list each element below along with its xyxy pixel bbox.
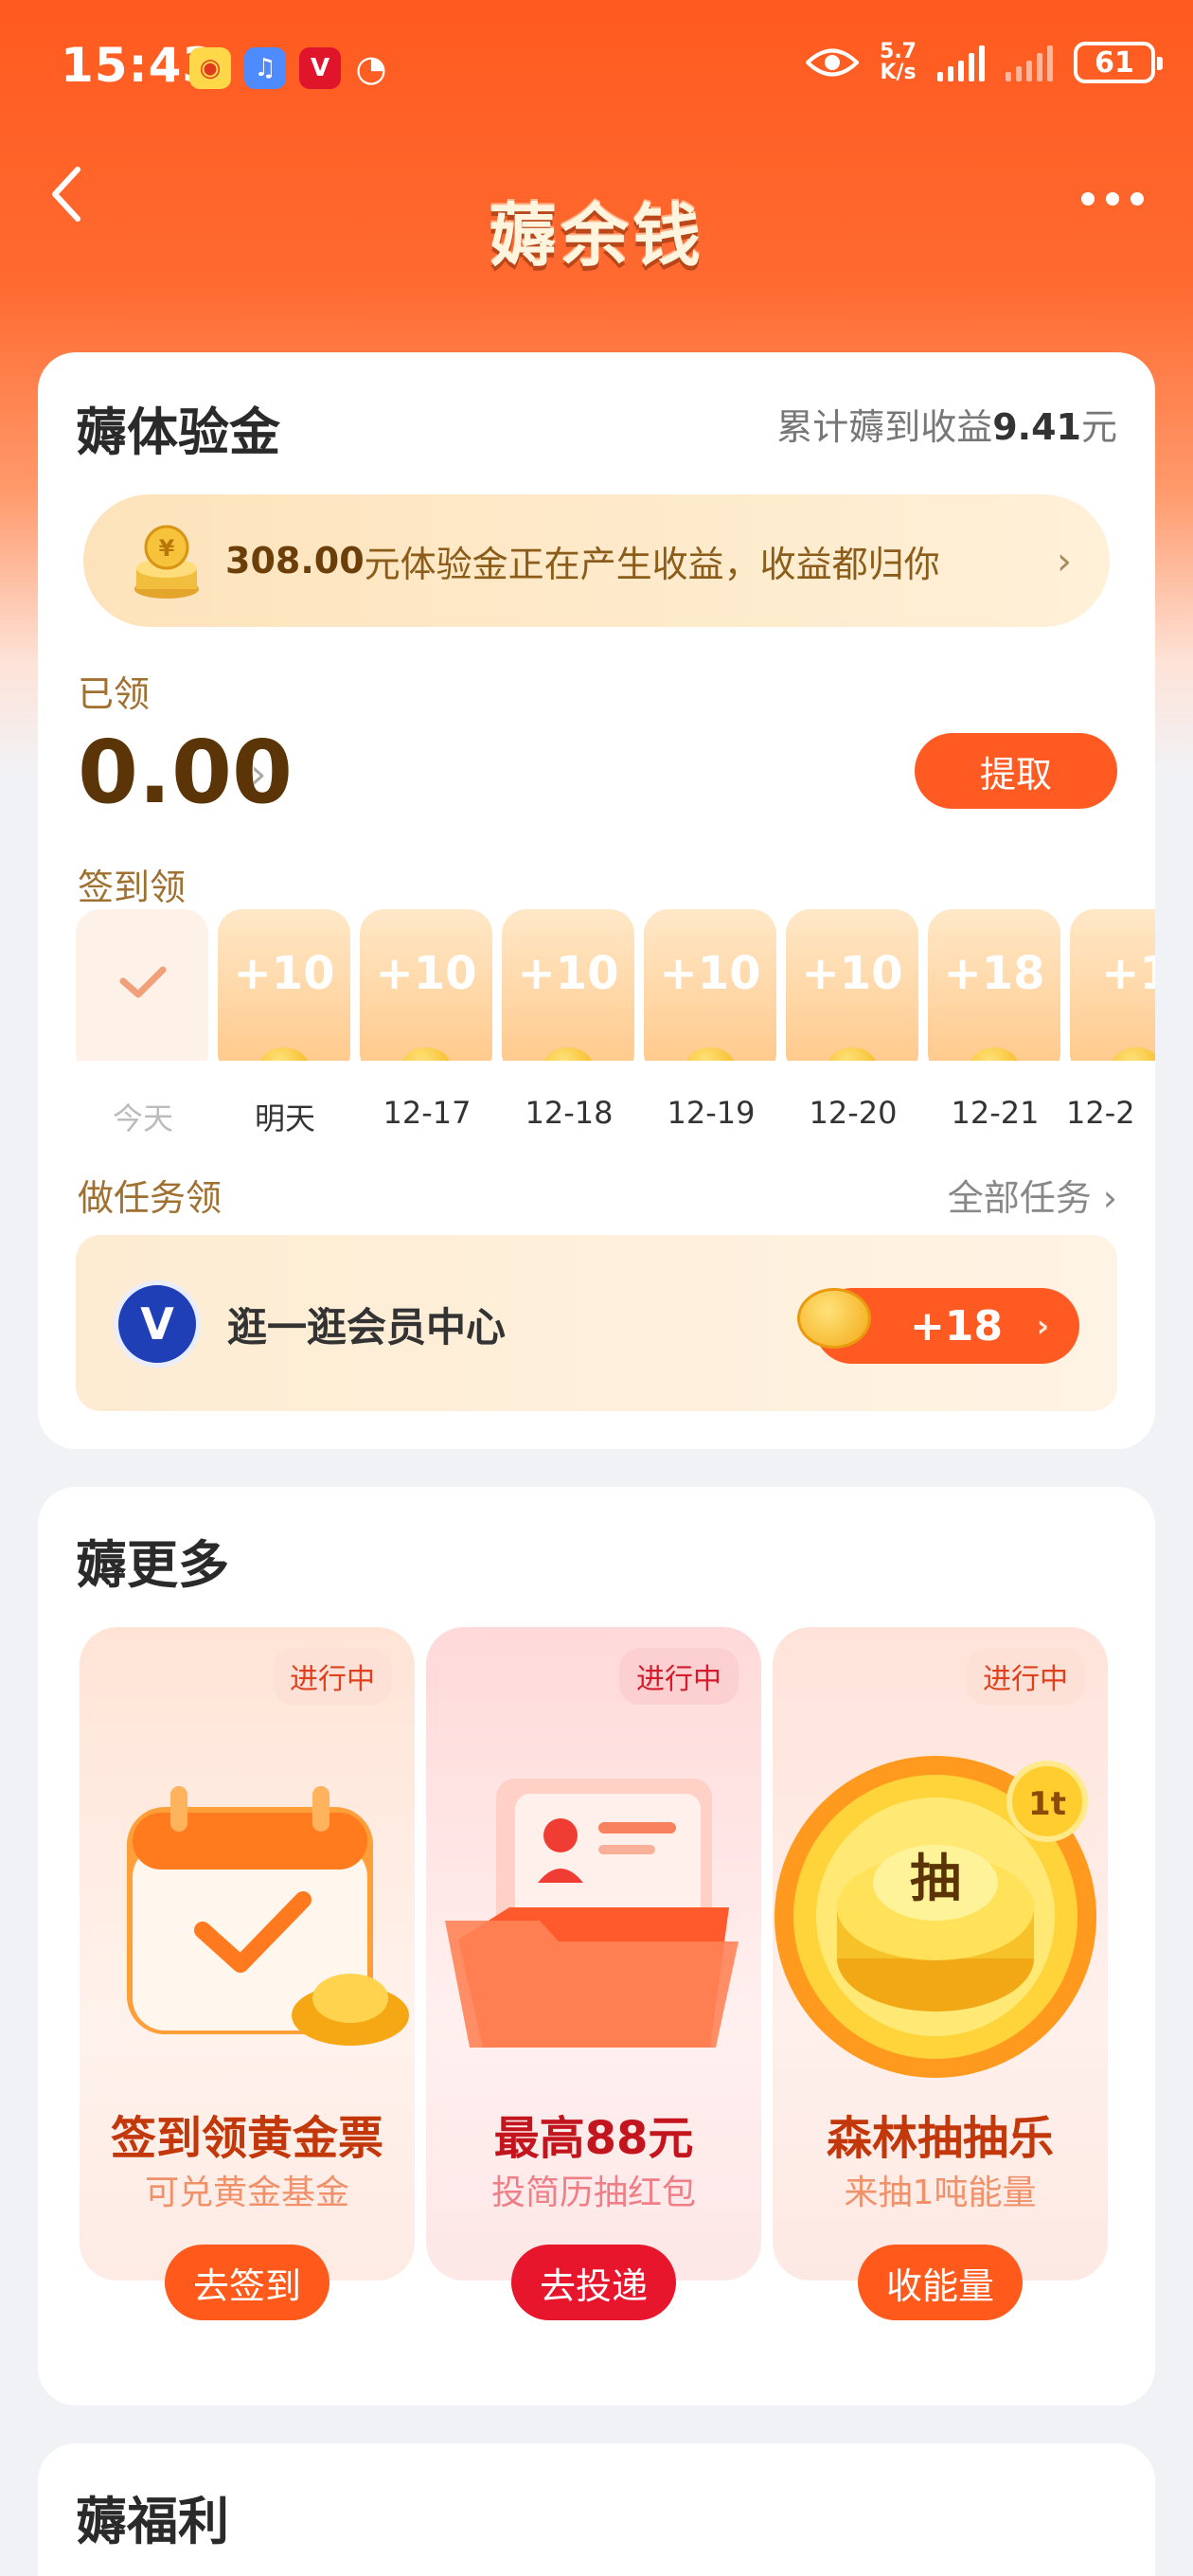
chevron-right-icon[interactable]: › xyxy=(250,750,267,798)
eye-icon xyxy=(806,48,860,77)
promo-gold-ticket[interactable]: 进行中 签到领黄金票 可兑黄金基金 xyxy=(80,1627,415,2281)
cumulative-earnings: 累计薅到收益9.41元 xyxy=(776,406,1117,448)
status-badge: 进行中 xyxy=(619,1648,739,1705)
coin-icon xyxy=(828,1047,877,1061)
welfare-card: 薅福利 xyxy=(38,2443,1155,2576)
video-app-icon: V xyxy=(299,47,341,89)
day-label: 12-2 xyxy=(1066,1095,1135,1131)
resume-folder-icon xyxy=(445,1779,739,2048)
day-label: 12-20 xyxy=(809,1095,898,1131)
go-checkin-button[interactable]: 去签到 xyxy=(165,2245,329,2320)
lottery-char: 抽 xyxy=(910,1849,961,1908)
section-title-experience: 薅体验金 xyxy=(76,402,280,463)
signal-2-icon xyxy=(1006,44,1053,81)
task-name: 逛一逛会员中心 xyxy=(227,1304,507,1351)
promo-subtitle: 来抽1吨能量 xyxy=(844,2174,1037,2212)
promo-title: 森林抽抽乐 xyxy=(826,2112,1054,2165)
experience-notice-banner[interactable]: ¥ 308.00 元体验金正在产生收益，收益都归你 › xyxy=(83,494,1110,627)
page-title: 薅余钱 xyxy=(488,196,704,276)
coin-icon xyxy=(797,1288,871,1349)
collect-energy-button[interactable]: 收能量 xyxy=(858,2245,1023,2320)
chevron-right-icon: › xyxy=(1036,1308,1049,1344)
task-label: 做任务领 xyxy=(78,1177,223,1219)
coin-icon xyxy=(686,1047,735,1061)
section-title-welfare: 薅福利 xyxy=(76,2479,263,2554)
chevron-right-icon: › xyxy=(1057,540,1072,583)
checkin-day[interactable]: +10 xyxy=(786,909,918,1061)
chevron-right-icon: › xyxy=(1102,1177,1117,1219)
weibo-icon: ◉ xyxy=(189,47,231,89)
day-label: 12-21 xyxy=(951,1095,1040,1131)
section-title-more: 薅更多 xyxy=(76,1523,263,1598)
coin-icon xyxy=(970,1047,1019,1061)
calendar-check-icon xyxy=(127,1786,409,2046)
day-label: 12-19 xyxy=(667,1095,756,1131)
battery-level: 61 xyxy=(1095,45,1134,80)
music-icon: ♫ xyxy=(244,47,286,89)
promo-resume[interactable]: 进行中 最高88元 投简历抽红包 xyxy=(426,1627,761,2281)
coin-icon xyxy=(543,1047,593,1061)
signal-icon xyxy=(937,44,985,81)
energy-badge: 1t xyxy=(1028,1785,1066,1823)
battery-icon: 61 xyxy=(1074,42,1163,83)
all-tasks-link[interactable]: 全部任务 › xyxy=(948,1169,1117,1221)
day-label: 今天 xyxy=(112,1100,173,1136)
go-apply-button[interactable]: 去投递 xyxy=(511,2245,676,2320)
more-dots-icon[interactable] xyxy=(1070,180,1155,218)
checkin-day[interactable]: +10 xyxy=(644,909,776,1061)
day-label: 12-17 xyxy=(383,1095,472,1131)
gold-coin-stack-icon: ¥ xyxy=(134,525,199,599)
vip-logo-icon: V xyxy=(114,1280,201,1368)
svg-text:¥: ¥ xyxy=(159,535,175,562)
speedometer-icon: ◔ xyxy=(355,47,387,89)
promo-subtitle: 投简历抽红包 xyxy=(490,2174,696,2212)
checkin-day[interactable]: +10 xyxy=(502,909,634,1061)
promo-forest-lottery[interactable]: 进行中 抽 1t 森林抽抽乐 来抽1吨能量 xyxy=(773,1627,1108,2281)
promo-title: 最高88元 xyxy=(493,2112,694,2165)
claimed-label: 已领 xyxy=(78,673,151,715)
coin-icon xyxy=(259,1047,309,1061)
coin-icon xyxy=(401,1047,451,1061)
experience-gold-card: 薅体验金 累计薅到收益9.41元 ¥ 308.00 元体验金正在产生收益，收益都归… xyxy=(38,352,1155,1449)
network-speed: 5.7 K/s xyxy=(880,40,917,84)
checkin-label: 签到领 xyxy=(78,867,187,908)
promo-subtitle: 可兑黄金基金 xyxy=(144,2174,349,2212)
promo-title: 签到领黄金票 xyxy=(110,2112,383,2165)
day-label: 明天 xyxy=(254,1100,315,1136)
coin-icon xyxy=(1112,1047,1155,1061)
checkin-day[interactable]: +10 xyxy=(218,909,350,1061)
checkin-day[interactable]: +1 xyxy=(1070,909,1155,1061)
status-badge: 进行中 xyxy=(273,1648,392,1705)
withdraw-button[interactable]: 提取 xyxy=(915,733,1117,809)
lottery-wheel-icon: 抽 1t xyxy=(775,1756,1096,2078)
check-icon xyxy=(119,966,167,998)
checkin-day-today[interactable] xyxy=(76,909,208,1061)
day-label: 12-18 xyxy=(525,1095,614,1131)
more-rewards-card: 薅更多 进行中 签到领黄金票 可兑黄金基金 进行中 最高88元 投简历抽红包 进… xyxy=(38,1487,1155,2406)
task-item[interactable]: V 逛一逛会员中心 +18 › xyxy=(76,1235,1117,1411)
status-bar: 15:43 ◉ ♫ V ◔ 5.7 K/s 61 xyxy=(0,0,1193,133)
status-badge: 进行中 xyxy=(966,1648,1085,1705)
checkin-day[interactable]: +10 xyxy=(360,909,492,1061)
checkin-day[interactable]: +18 xyxy=(928,909,1060,1061)
checkin-days-row: +10 +10 +10 +10 +10 +18 +1 xyxy=(76,909,1155,1061)
